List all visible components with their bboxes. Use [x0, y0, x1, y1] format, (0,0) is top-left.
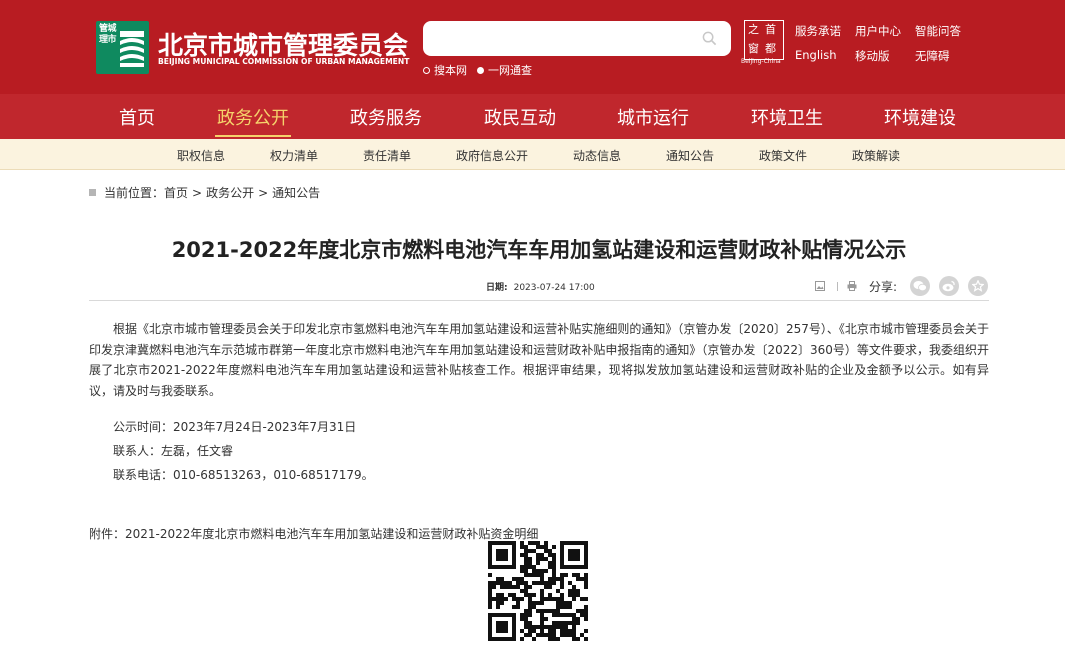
publicity-period: 公示时间：2023年7月24日-2023年7月31日: [113, 420, 357, 434]
subnav-policy-documents[interactable]: 政策文件: [759, 147, 807, 164]
article-title: 2021-2022年度北京市燃料电池汽车车用加氢站建设和运营财政补贴情况公示: [171, 238, 907, 262]
search-input[interactable]: [433, 27, 693, 49]
search-scope-all-label: 一网通查: [488, 64, 532, 77]
search-icon[interactable]: [702, 31, 717, 46]
breadcrumb-notices[interactable]: 通知公告: [272, 184, 320, 201]
link-user-center[interactable]: 用户中心: [855, 23, 915, 39]
article-divider: [89, 300, 989, 301]
nav-government-affairs-open[interactable]: 政务公开: [217, 104, 289, 130]
capital-logo-char: 首: [765, 23, 776, 36]
radio-unselected-icon: [423, 66, 430, 74]
capital-logo-char: 窗: [748, 42, 759, 55]
breadcrumb-separator: >: [192, 185, 203, 200]
capital-logo-char: 都: [765, 42, 776, 55]
nav-government-services[interactable]: 政务服务: [350, 104, 422, 130]
nav-environmental-construction[interactable]: 环境建设: [884, 104, 956, 130]
capital-logo-en: Beijing-China: [741, 58, 781, 65]
site-name-en: BEIJING MUNICIPAL COMMISSION OF URBAN MA…: [158, 57, 410, 66]
date-value: 2023-07-24 17:00: [513, 283, 595, 293]
breadcrumb-label: 当前位置：: [104, 186, 165, 200]
share-weibo-button[interactable]: [939, 276, 959, 296]
article-paragraph: 根据《北京市城市管理委员会关于印发北京市氢燃料电池汽车车用加氢站建设和运营补贴实…: [89, 322, 989, 398]
image-view-icon[interactable]: [815, 281, 825, 291]
share-label: 分享:: [869, 280, 898, 294]
radio-selected-icon: [477, 66, 484, 74]
subnav-policy-interpretation[interactable]: 政策解读: [852, 147, 900, 164]
contact-phone: 联系电话：010-68513263，010-68517179。: [113, 468, 374, 482]
toolbar-divider: [837, 282, 838, 291]
contact-person: 联系人：左磊，任文睿: [113, 444, 234, 458]
breadcrumb-separator: >: [258, 185, 269, 200]
active-nav-underline: [215, 135, 291, 137]
weibo-icon: [942, 280, 955, 292]
main-nav: 首页 政务公开 政务服务 政民互动 城市运行 环境卫生 环境建设: [0, 94, 1065, 139]
nav-environmental-sanitation[interactable]: 环境卫生: [751, 104, 823, 130]
nav-city-operation[interactable]: 城市运行: [617, 104, 689, 130]
search-box: [423, 21, 731, 56]
site-header: 管城理市 北京市城市管理委员会 BEIJING MUNICIPAL COMMIS…: [0, 0, 1065, 94]
subnav-dynamic-info[interactable]: 动态信息: [573, 147, 621, 164]
subnav-gov-info-open[interactable]: 政府信息公开: [456, 147, 528, 164]
breadcrumb-home[interactable]: 首页: [164, 184, 188, 201]
search-scope-site-label: 搜本网: [434, 64, 467, 77]
breadcrumb: 当前位置： 首页 > 政务公开 > 通知公告: [89, 184, 320, 201]
share-favorite-button[interactable]: [968, 276, 988, 296]
article-date: 日期: 2023-07-24 17:00: [486, 280, 595, 293]
print-icon[interactable]: [847, 281, 857, 291]
qr-code-image: [488, 541, 588, 641]
link-english[interactable]: English: [795, 48, 855, 64]
nav-public-interaction[interactable]: 政民互动: [484, 104, 556, 130]
link-mobile[interactable]: 移动版: [855, 48, 915, 64]
capital-window-logo[interactable]: 之 首 窗 都: [744, 20, 784, 60]
article-body: 根据《北京市城市管理委员会关于印发北京市氢燃料电池汽车车用加氢站建设和运营补贴实…: [89, 319, 989, 401]
sub-nav: 职权信息 权力清单 责任清单 政府信息公开 动态信息 通知公告 政策文件 政策解…: [0, 139, 1065, 170]
subnav-responsibility-list[interactable]: 责任清单: [363, 147, 411, 164]
share-wechat-button[interactable]: [910, 276, 930, 296]
subnav-power-list[interactable]: 权力清单: [270, 147, 318, 164]
search-scope-site[interactable]: 搜本网: [423, 62, 467, 78]
subnav-notices[interactable]: 通知公告: [666, 147, 714, 164]
attachment-link[interactable]: 附件：2021-2022年度北京市燃料电池汽车车用加氢站建设和运营财政补贴资金明…: [89, 525, 538, 542]
commission-logo-badge[interactable]: 管城理市: [96, 21, 149, 74]
star-icon: [972, 280, 984, 292]
date-label: 日期:: [486, 283, 508, 293]
logo-mark-icon: [120, 31, 144, 67]
search-scope-all[interactable]: 一网通查: [477, 62, 532, 78]
capital-logo-char: 之: [748, 23, 759, 36]
breadcrumb-marker-icon: [89, 189, 96, 196]
breadcrumb-government-affairs-open[interactable]: 政务公开: [206, 184, 254, 201]
link-accessibility[interactable]: 无障碍: [915, 48, 975, 64]
link-smart-qa[interactable]: 智能问答: [915, 23, 975, 39]
subnav-duty-info[interactable]: 职权信息: [177, 147, 225, 164]
top-links: 服务承诺 用户中心 智能问答 English 移动版 无障碍: [795, 23, 975, 64]
nav-home[interactable]: 首页: [119, 104, 155, 130]
link-service-commitment[interactable]: 服务承诺: [795, 23, 855, 39]
wechat-icon: [913, 281, 927, 292]
